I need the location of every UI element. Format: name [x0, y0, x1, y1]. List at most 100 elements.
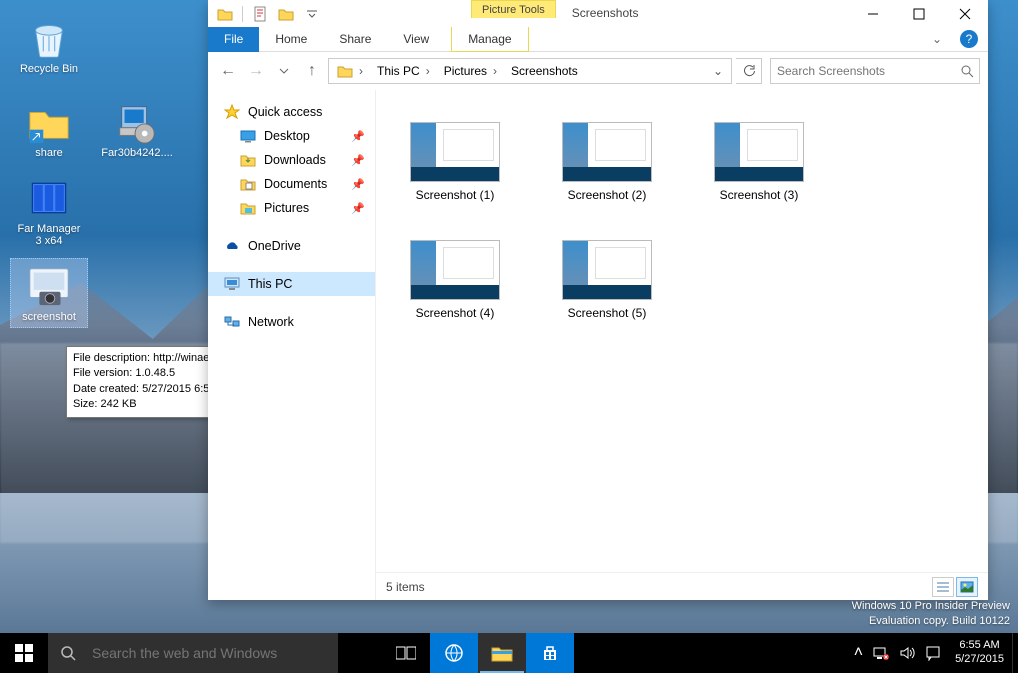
- recycle-bin-icon: [26, 15, 72, 61]
- desktop-icon-label: Far30b4242....: [101, 147, 173, 159]
- tray-network-icon[interactable]: [873, 645, 889, 661]
- desktop-icon-recycle-bin[interactable]: Recycle Bin: [10, 10, 88, 80]
- search-input[interactable]: [771, 64, 955, 78]
- status-bar: 5 items: [376, 572, 988, 600]
- ribbon-tabs: File Home Share View Manage ⌄ ?: [208, 27, 988, 52]
- sidebar-network[interactable]: Network: [208, 310, 375, 334]
- windows-logo-icon: [15, 644, 33, 662]
- help-button[interactable]: ?: [960, 30, 978, 48]
- sidebar-label: This PC: [248, 277, 292, 291]
- breadcrumb[interactable]: This PC Pictures Screenshots ⌄: [328, 58, 732, 84]
- documents-icon: [240, 176, 256, 192]
- breadcrumb-item[interactable]: Screenshots: [505, 64, 584, 78]
- downloads-icon: [240, 152, 256, 168]
- file-list[interactable]: Screenshot (1) Screenshot (2) Screenshot…: [376, 90, 988, 572]
- sidebar-item-downloads[interactable]: Downloads 📌: [208, 148, 375, 172]
- taskbar-app-explorer[interactable]: [478, 633, 526, 673]
- sidebar-item-documents[interactable]: Documents📌: [208, 172, 375, 196]
- qat-folder-icon[interactable]: [214, 3, 236, 25]
- file-item[interactable]: Screenshot (5): [546, 236, 668, 324]
- pin-icon: 📌: [351, 154, 365, 167]
- desktop-icon-screenshot[interactable]: screenshot: [10, 258, 88, 328]
- file-label: Screenshot (4): [416, 306, 495, 320]
- taskbar-search[interactable]: [48, 633, 338, 673]
- desktop-icons: Recycle Bin share Far30b4242....: [10, 10, 176, 330]
- tab-view[interactable]: View: [387, 27, 445, 52]
- tab-manage[interactable]: Manage: [451, 27, 528, 52]
- tray-volume-icon[interactable]: [899, 645, 915, 661]
- star-icon: [224, 104, 240, 120]
- taskbar: ˄ 6:55 AM 5/27/2015: [0, 633, 1018, 673]
- tab-home[interactable]: Home: [259, 27, 323, 52]
- ribbon-expand-icon[interactable]: ⌄: [924, 32, 950, 46]
- window-title: Screenshots: [556, 0, 639, 20]
- taskbar-search-input[interactable]: [88, 645, 338, 661]
- file-thumbnail: [562, 240, 652, 300]
- qat-new-folder-icon[interactable]: [275, 3, 297, 25]
- tray-show-hidden-icon[interactable]: ˄: [854, 644, 863, 662]
- view-large-icons-button[interactable]: [956, 577, 978, 597]
- desktop-icon-share[interactable]: share: [10, 94, 88, 164]
- forward-button[interactable]: →: [244, 59, 268, 83]
- recent-locations-button[interactable]: [272, 59, 296, 83]
- search-box[interactable]: [770, 58, 980, 84]
- search-icon: [48, 645, 88, 661]
- up-button[interactable]: ↑: [300, 59, 324, 83]
- show-desktop-button[interactable]: [1012, 633, 1018, 673]
- tab-file[interactable]: File: [208, 27, 259, 52]
- breadcrumb-item[interactable]: This PC: [371, 64, 438, 78]
- sidebar-item-pictures[interactable]: Pictures📌: [208, 196, 375, 220]
- taskbar-app-store[interactable]: [526, 633, 574, 673]
- desktop-icon-far-manager[interactable]: Far Manager 3 x64: [10, 170, 88, 252]
- minimize-button[interactable]: [850, 0, 896, 27]
- breadcrumb-item[interactable]: Pictures: [438, 64, 505, 78]
- breadcrumb-root-icon[interactable]: [331, 63, 371, 79]
- onedrive-icon: [224, 238, 240, 254]
- breadcrumb-history-icon[interactable]: ⌄: [707, 64, 729, 78]
- qat-separator: [242, 6, 243, 22]
- file-item[interactable]: Screenshot (3): [698, 118, 820, 206]
- file-item[interactable]: Screenshot (2): [546, 118, 668, 206]
- qat-properties-icon[interactable]: [249, 3, 271, 25]
- desktop-icon-label: share: [35, 147, 63, 159]
- desktop-icon-label: Far Manager 3 x64: [18, 223, 81, 247]
- this-pc-icon: [224, 276, 240, 292]
- search-icon[interactable]: [955, 64, 979, 78]
- desktop-icon: [240, 128, 256, 144]
- sidebar-label: Downloads: [264, 153, 326, 167]
- close-button[interactable]: [942, 0, 988, 27]
- taskbar-app-edge[interactable]: [430, 633, 478, 673]
- file-item[interactable]: Screenshot (4): [394, 236, 516, 324]
- file-label: Screenshot (5): [568, 306, 647, 320]
- watermark-line: Windows 10 Pro Insider Preview: [852, 599, 1010, 614]
- task-view-button[interactable]: [382, 633, 430, 673]
- tab-share[interactable]: Share: [323, 27, 387, 52]
- sidebar-label: Pictures: [264, 201, 309, 215]
- sidebar-item-desktop[interactable]: Desktop📌: [208, 124, 375, 148]
- file-label: Screenshot (3): [720, 188, 799, 202]
- sidebar-label: Quick access: [248, 105, 322, 119]
- tray-notifications-icon[interactable]: [925, 645, 941, 661]
- sidebar-quick-access[interactable]: Quick access: [208, 100, 375, 124]
- maximize-button[interactable]: [896, 0, 942, 27]
- address-bar-row: ← → ↑ This PC Pictures Screenshots ⌄: [208, 52, 988, 90]
- qat-customize-icon[interactable]: [301, 3, 323, 25]
- taskbar-clock[interactable]: 6:55 AM 5/27/2015: [947, 639, 1012, 667]
- sidebar-onedrive[interactable]: OneDrive: [208, 234, 375, 258]
- back-button[interactable]: ←: [216, 59, 240, 83]
- file-label: Screenshot (1): [416, 188, 495, 202]
- clock-date: 5/27/2015: [955, 653, 1004, 667]
- sidebar-this-pc[interactable]: This PC: [208, 272, 375, 296]
- system-tray[interactable]: ˄: [848, 644, 947, 662]
- desktop-icon-far-installer[interactable]: Far30b4242....: [98, 94, 176, 164]
- view-details-button[interactable]: [932, 577, 954, 597]
- quick-access-toolbar: [208, 0, 323, 25]
- start-button[interactable]: [0, 633, 48, 673]
- contextual-tab-label: Picture Tools: [471, 0, 556, 18]
- desktop-icon-label: screenshot: [22, 311, 76, 323]
- titlebar[interactable]: Picture Tools Screenshots: [208, 0, 988, 27]
- file-item[interactable]: Screenshot (1): [394, 118, 516, 206]
- file-thumbnail: [410, 122, 500, 182]
- refresh-button[interactable]: [736, 58, 762, 84]
- pictures-icon: [240, 200, 256, 216]
